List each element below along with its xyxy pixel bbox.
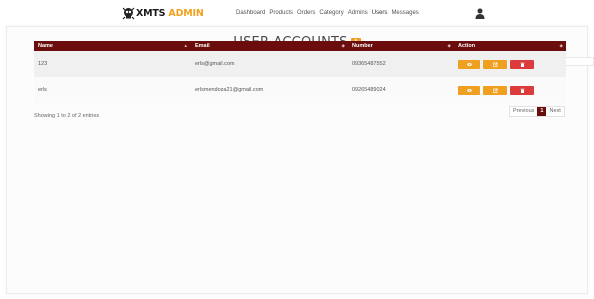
skull-logo-icon <box>122 7 135 20</box>
table-row: erls erlsmendoza21@gmail.com 09265489024 <box>34 77 566 103</box>
cell-email: erlsmendoza21@gmail.com <box>195 87 264 93</box>
column-header-number[interactable]: Number ◆ <box>348 41 454 51</box>
pagination: Previous 1 Next <box>509 106 565 117</box>
table-row: 123 erls@gmail.com 09365487552 <box>34 51 566 77</box>
cell-actions <box>454 51 566 77</box>
sort-icon: ▲ <box>183 43 188 48</box>
user-icon[interactable] <box>475 8 485 19</box>
sort-icon: ◆ <box>559 43 563 48</box>
column-header-name[interactable]: Name ▲ <box>34 41 191 51</box>
sort-icon: ◆ <box>341 43 345 48</box>
table-header-row: Name ▲ Email ◆ Number ◆ Action ◆ <box>34 41 566 51</box>
users-table: Name ▲ Email ◆ Number ◆ Action ◆ 123 erls@gm… <box>34 41 566 103</box>
nav-admins[interactable]: Admins <box>348 10 368 16</box>
brand-main-text: XMTS <box>136 8 166 19</box>
next-page-button[interactable]: Next <box>546 107 563 116</box>
sort-icon: ◆ <box>447 43 451 48</box>
eye-icon <box>466 88 472 92</box>
column-header-email-label: Email <box>195 43 210 49</box>
cell-number: 09265489024 <box>352 87 386 93</box>
trash-icon <box>520 62 524 67</box>
eye-icon <box>466 62 472 66</box>
nav-dashboard[interactable]: Dashboard <box>236 10 265 16</box>
edit-button[interactable] <box>483 59 507 69</box>
nav-products[interactable]: Products <box>269 10 293 16</box>
cell-email: erls@gmail.com <box>195 61 235 67</box>
row-actions <box>458 85 562 95</box>
column-header-number-label: Number <box>352 43 373 49</box>
table-info: Showing 1 to 2 of 2 entries <box>34 113 100 119</box>
view-button[interactable] <box>458 85 480 95</box>
brand-logo[interactable]: XMTS ADMIN <box>122 7 204 20</box>
trash-icon <box>520 88 524 93</box>
nav-orders[interactable]: Orders <box>297 10 315 16</box>
previous-page-button[interactable]: Previous <box>510 107 537 116</box>
cell-name: erls <box>38 87 47 93</box>
nav-category[interactable]: Category <box>319 10 343 16</box>
cell-name: 123 <box>38 61 48 67</box>
edit-icon <box>492 87 498 93</box>
column-header-name-label: Name <box>38 43 53 49</box>
column-header-action[interactable]: Action ◆ <box>454 41 566 51</box>
nav-links: Dashboard Products Orders Category Admin… <box>236 10 419 16</box>
page-button-current[interactable]: 1 <box>537 107 547 116</box>
edit-button[interactable] <box>483 85 507 95</box>
brand-name: XMTS ADMIN <box>136 8 204 19</box>
delete-button[interactable] <box>510 59 534 69</box>
column-header-action-label: Action <box>458 43 476 49</box>
cell-number: 09365487552 <box>352 61 386 67</box>
nav-users[interactable]: Users <box>372 10 388 16</box>
nav-messages[interactable]: Messages <box>391 10 418 16</box>
column-header-email[interactable]: Email ◆ <box>191 41 348 51</box>
row-actions <box>458 59 562 69</box>
edit-icon <box>492 61 498 67</box>
top-navbar: XMTS ADMIN Dashboard Products Orders Cat… <box>0 0 594 26</box>
view-button[interactable] <box>458 59 480 69</box>
delete-button[interactable] <box>510 85 534 95</box>
cell-actions <box>454 77 566 103</box>
brand-accent-text: ADMIN <box>168 8 204 19</box>
